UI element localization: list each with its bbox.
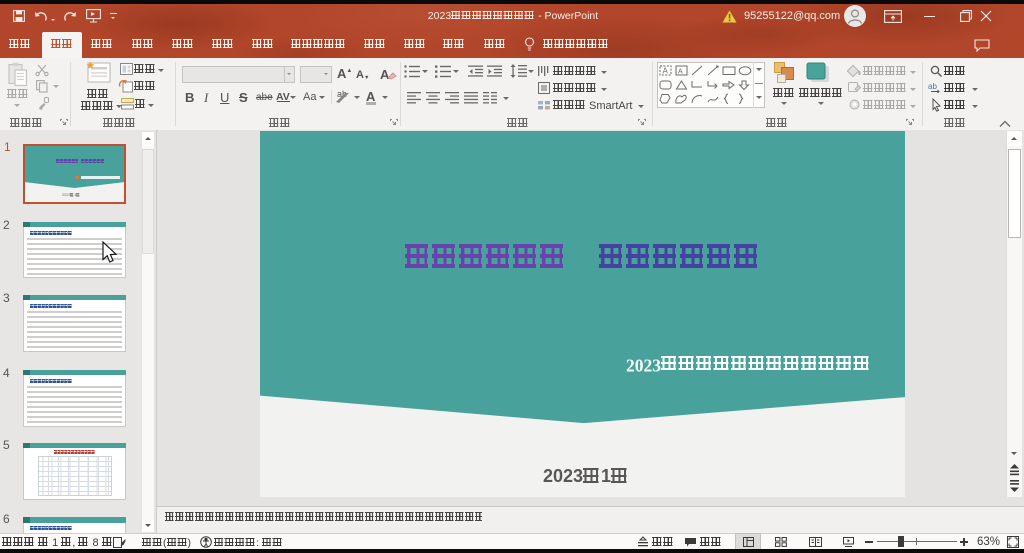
svg-text:A: A: [663, 67, 669, 76]
svg-text:A: A: [678, 69, 683, 76]
svg-text:ab: ab: [928, 82, 937, 91]
